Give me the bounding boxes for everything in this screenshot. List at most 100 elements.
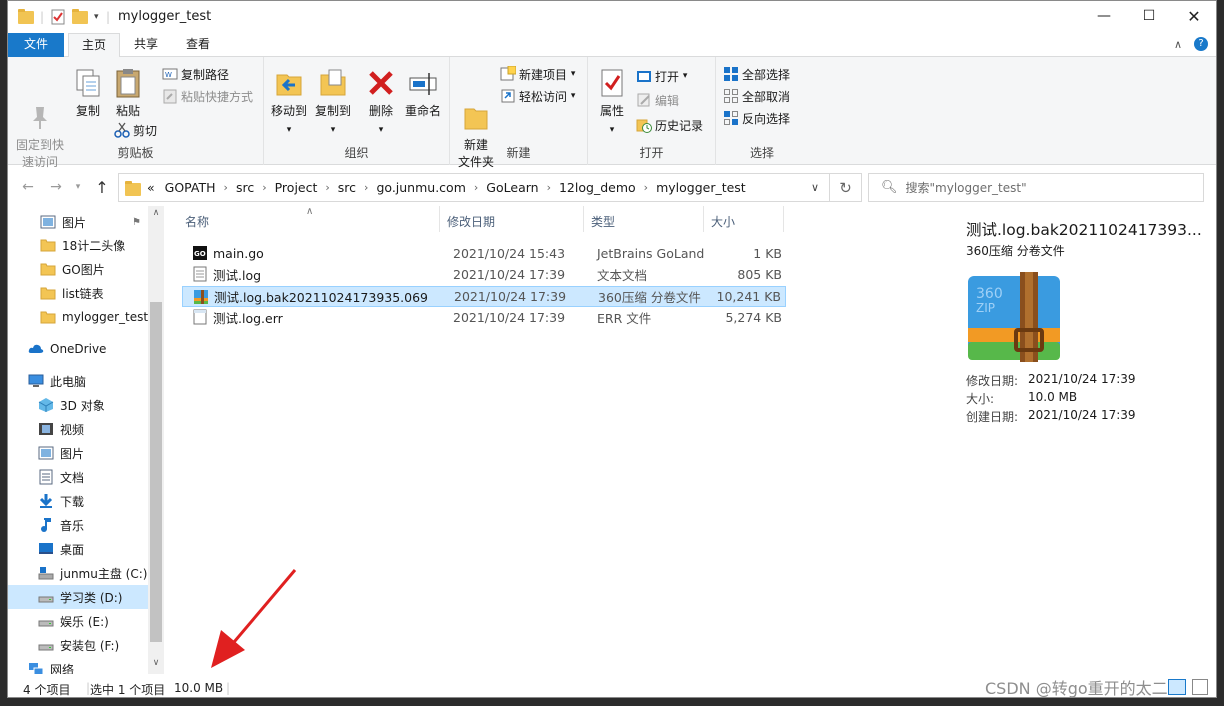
close-button[interactable]: ✕ bbox=[1171, 1, 1216, 31]
breadcrumb[interactable]: GOPATH bbox=[165, 180, 216, 195]
large-icons-view-icon[interactable] bbox=[1192, 679, 1208, 695]
scroll-up-icon[interactable]: ∧ bbox=[148, 208, 164, 218]
copy-icon bbox=[72, 67, 104, 99]
paste-button[interactable]: 粘贴 bbox=[110, 67, 146, 120]
nav-item[interactable]: 桌面 bbox=[8, 537, 148, 561]
file-row[interactable]: 测试.log.bak20211024173935.069 2021/10/24 1… bbox=[182, 285, 786, 307]
new-group-label: 新建 bbox=[506, 146, 531, 160]
pinned-icon: ⚑ bbox=[132, 216, 141, 228]
scissors-icon bbox=[114, 122, 130, 138]
preview-detail-value: 2021/10/24 17:39 bbox=[1028, 372, 1136, 386]
tab-view[interactable]: 查看 bbox=[172, 33, 224, 57]
easy-access-button[interactable]: 轻松访问 ▾ bbox=[500, 86, 575, 106]
select-none-button[interactable]: 全部取消 bbox=[723, 86, 790, 106]
scroll-down-icon[interactable]: ∨ bbox=[148, 658, 164, 668]
copy-path-button[interactable]: W 复制路径 bbox=[162, 64, 229, 84]
preview-detail-label: 大小: bbox=[966, 392, 995, 406]
nav-item[interactable]: 音乐 bbox=[8, 513, 148, 537]
nav-item-label: 娱乐 (E:) bbox=[60, 614, 109, 629]
breadcrumb[interactable]: 12log_demo bbox=[559, 180, 636, 195]
delete-button[interactable]: 删除 ▾ bbox=[364, 67, 398, 139]
column-header-size[interactable]: 大小 bbox=[704, 206, 784, 232]
back-button[interactable]: ← bbox=[16, 173, 40, 202]
invert-selection-button[interactable]: 反向选择 bbox=[723, 108, 790, 128]
folder-icon bbox=[40, 309, 56, 325]
breadcrumb[interactable]: src bbox=[338, 180, 356, 195]
address-bar[interactable]: « GOPATH › src › Project › src › go.junmu.co… bbox=[118, 173, 830, 202]
chevron-down-icon[interactable]: ∨ bbox=[811, 181, 819, 194]
file-row[interactable]: GO main.go 2021/10/24 15:43 JetBrains GoLan… bbox=[182, 243, 786, 264]
minimize-button[interactable]: — bbox=[1081, 1, 1127, 31]
tab-file[interactable]: 文件 bbox=[8, 33, 64, 57]
nav-item[interactable]: list链表 bbox=[8, 281, 148, 305]
maximize-button[interactable]: ☐ bbox=[1126, 1, 1172, 31]
column-header-type[interactable]: 类型 bbox=[584, 206, 704, 232]
nav-item[interactable]: 学习类 (D:) bbox=[8, 585, 148, 609]
cut-button[interactable]: 剪切 bbox=[114, 120, 157, 140]
nav-item[interactable]: GO图片 bbox=[8, 257, 148, 281]
nav-item[interactable]: OneDrive bbox=[8, 337, 148, 361]
forward-button[interactable]: → bbox=[44, 173, 68, 202]
column-header-date[interactable]: 修改日期 bbox=[440, 206, 584, 232]
tab-share[interactable]: 共享 bbox=[120, 33, 172, 57]
select-all-button[interactable]: 全部选择 bbox=[723, 64, 790, 84]
svg-text:GO: GO bbox=[194, 250, 206, 258]
file-row[interactable]: 测试.log.err 2021/10/24 17:39 ERR 文件 5,274 KB bbox=[182, 307, 786, 328]
properties-quick-icon[interactable] bbox=[50, 8, 66, 26]
breadcrumb-overflow[interactable]: « bbox=[147, 180, 155, 195]
file-size: 10,241 KB bbox=[716, 288, 781, 304]
properties-button[interactable]: 属性 ▾ bbox=[594, 67, 630, 139]
breadcrumb[interactable]: src bbox=[236, 180, 254, 195]
refresh-button[interactable]: ↻ bbox=[830, 173, 862, 202]
collapse-ribbon-icon[interactable]: ∧ bbox=[1174, 38, 1182, 51]
nav-item[interactable]: 18计二头像 bbox=[8, 233, 148, 257]
pictures-icon bbox=[38, 445, 54, 461]
nav-item[interactable]: 下载 bbox=[8, 489, 148, 513]
rename-button[interactable]: 重命名 bbox=[402, 67, 444, 120]
file-size: 805 KB bbox=[737, 267, 782, 283]
breadcrumb[interactable]: GoLearn bbox=[486, 180, 538, 195]
copy-button[interactable]: 复制 bbox=[70, 67, 106, 120]
pictures-icon bbox=[40, 214, 56, 230]
edit-button[interactable]: 编辑 bbox=[636, 90, 679, 110]
file-row[interactable]: 测试.log 2021/10/24 17:39 文本文档 805 KB bbox=[182, 264, 786, 285]
details-view-icon[interactable] bbox=[1168, 679, 1186, 695]
drive-icon bbox=[38, 613, 54, 629]
search-input[interactable]: 🔍︎ 搜索"mylogger_test" bbox=[868, 173, 1204, 202]
nav-item[interactable]: 3D 对象 bbox=[8, 393, 148, 417]
nav-item-label: OneDrive bbox=[50, 342, 107, 356]
history-button[interactable]: 历史记录 bbox=[636, 115, 703, 135]
nav-item[interactable]: 视频 bbox=[8, 417, 148, 441]
folder-icon bbox=[125, 180, 141, 196]
nav-item[interactable]: 文档 bbox=[8, 465, 148, 489]
nav-item[interactable]: 图片 ⚑ bbox=[8, 210, 148, 234]
nav-item[interactable]: 安装包 (F:) bbox=[8, 633, 148, 657]
select-group: 全部选择 全部取消 反向选择 选择 bbox=[716, 57, 808, 165]
up-button[interactable]: ↑ bbox=[90, 173, 114, 202]
selected-count: 选中 1 个项目 bbox=[90, 683, 166, 697]
nav-item[interactable]: 此电脑 bbox=[8, 369, 148, 393]
customize-quick-access-icon[interactable]: ▾ bbox=[94, 8, 99, 26]
preview-detail-value: 10.0 MB bbox=[1028, 390, 1078, 404]
breadcrumb-current[interactable]: mylogger_test bbox=[656, 180, 746, 195]
nav-item[interactable]: 网络 bbox=[8, 657, 148, 674]
copy-to-button[interactable]: 复制到 ▾ bbox=[312, 67, 354, 139]
nav-item[interactable]: 娱乐 (E:) bbox=[8, 609, 148, 633]
nav-scrollbar[interactable]: ∧ ∨ bbox=[148, 206, 164, 674]
column-header-name[interactable]: 名称 bbox=[178, 206, 440, 232]
folder-icon bbox=[40, 237, 56, 253]
recent-locations-button[interactable]: ▾ bbox=[66, 173, 90, 202]
tab-home[interactable]: 主页 bbox=[68, 33, 120, 58]
open-button[interactable]: 打开 ▾ bbox=[636, 66, 687, 86]
nav-item[interactable]: 图片 bbox=[8, 441, 148, 465]
paste-shortcut-button[interactable]: 粘贴快捷方式 bbox=[162, 86, 253, 106]
new-item-button[interactable]: 新建项目 ▾ bbox=[500, 64, 575, 84]
nav-item[interactable]: junmu主盘 (C:) bbox=[8, 561, 148, 585]
nav-item[interactable]: mylogger_test bbox=[8, 305, 148, 329]
new-folder-quick-icon[interactable] bbox=[72, 8, 88, 26]
breadcrumb[interactable]: go.junmu.com bbox=[376, 180, 465, 195]
scrollbar-thumb[interactable] bbox=[150, 302, 162, 642]
move-to-button[interactable]: 移动到 ▾ bbox=[268, 67, 310, 139]
help-icon[interactable]: ? bbox=[1194, 37, 1208, 51]
breadcrumb[interactable]: Project bbox=[275, 180, 318, 195]
